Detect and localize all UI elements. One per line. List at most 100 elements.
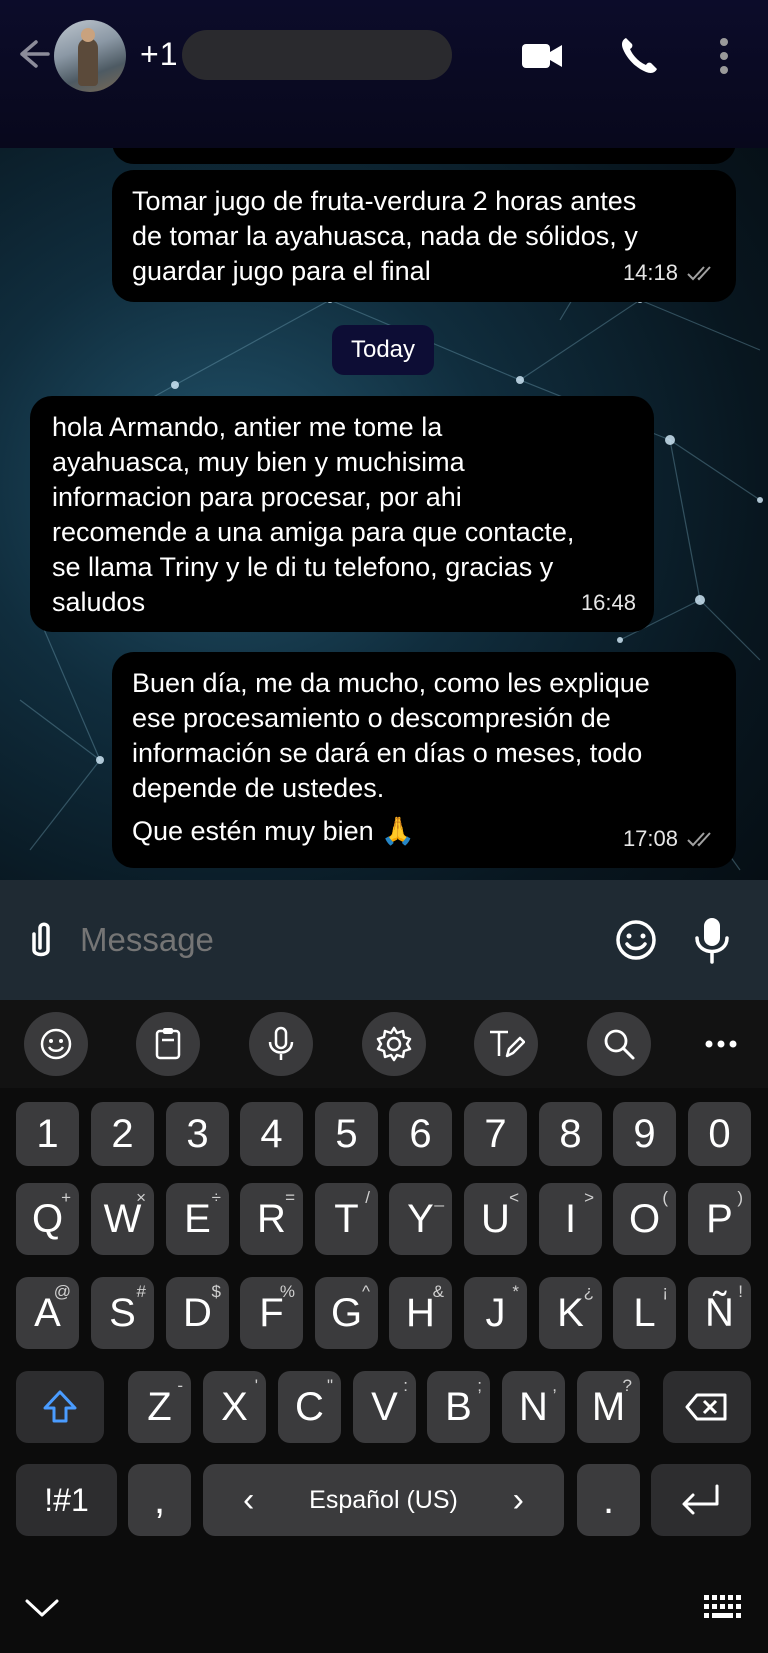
backspace-key[interactable] (663, 1371, 751, 1443)
keyboard-switch-icon[interactable] (702, 1593, 746, 1623)
key-label: S (109, 1290, 136, 1335)
key-sub: ; (477, 1376, 482, 1395)
key-label: O (628, 1196, 661, 1241)
microphone-icon[interactable] (692, 916, 732, 964)
more-vert-icon[interactable] (702, 34, 746, 78)
key-label: N (519, 1384, 548, 1429)
key-e[interactable]: E ÷ (166, 1183, 229, 1255)
voice-input-icon[interactable] (249, 1012, 313, 1076)
enter-key[interactable] (651, 1464, 751, 1536)
keyboard-toolbar (0, 1000, 768, 1088)
gear-icon[interactable] (362, 1012, 426, 1076)
language-next: › (512, 1480, 524, 1519)
key-label: Q (31, 1196, 64, 1241)
key-5[interactable]: 5 (315, 1102, 378, 1166)
message-time: 17:08 (622, 826, 678, 851)
key-3[interactable]: 3 (166, 1102, 229, 1166)
message-incoming[interactable]: hola Armando, antier me tome la ayahuasc… (30, 396, 654, 632)
key-2[interactable]: 2 (91, 1102, 154, 1166)
more-horiz-icon[interactable] (696, 1024, 746, 1064)
key-label: H (406, 1290, 435, 1335)
key-sub: , (552, 1376, 557, 1395)
key-sub: ¿ (583, 1282, 594, 1301)
key-7[interactable]: 7 (464, 1102, 527, 1166)
key-8[interactable]: 8 (539, 1102, 602, 1166)
key-m[interactable]: M? (577, 1371, 640, 1443)
key-1[interactable]: 1 (16, 1102, 79, 1166)
backspace-icon (685, 1393, 727, 1421)
key-b[interactable]: B; (427, 1371, 490, 1443)
phone-icon[interactable] (617, 34, 661, 78)
key-sub: = (285, 1188, 295, 1207)
key-k[interactable]: K ¿ (539, 1277, 602, 1349)
key-0[interactable]: 0 (688, 1102, 751, 1166)
key-label: X (221, 1384, 248, 1429)
comma-key[interactable]: , (128, 1464, 191, 1536)
message-time: 14:18 (622, 260, 678, 285)
message-outgoing[interactable]: Tomar jugo de fruta-verdura 2 horas ante… (112, 170, 736, 302)
key-h[interactable]: H & (389, 1277, 452, 1349)
key-label: G (330, 1290, 363, 1335)
text-edit-icon[interactable] (474, 1012, 538, 1076)
key-r[interactable]: R = (240, 1183, 303, 1255)
key-q[interactable]: Q + (16, 1183, 79, 1255)
key-enye[interactable]: Ñ! (688, 1277, 751, 1349)
key-9[interactable]: 9 (613, 1102, 676, 1166)
key-s[interactable]: S # (91, 1277, 154, 1349)
clipboard-icon[interactable] (136, 1012, 200, 1076)
key-v[interactable]: V: (353, 1371, 416, 1443)
key-n[interactable]: N, (502, 1371, 565, 1443)
key-sub: ¡ (662, 1282, 668, 1301)
key-label: E (184, 1196, 211, 1241)
key-d[interactable]: D $ (166, 1277, 229, 1349)
key-j[interactable]: J * (464, 1277, 527, 1349)
emoji-icon[interactable] (24, 1012, 88, 1076)
contact-name[interactable]: +1 (140, 36, 178, 73)
symbols-key[interactable]: !#1 (16, 1464, 117, 1536)
space-bar[interactable]: ‹ Español (US) › (203, 1464, 564, 1536)
key-label: V (371, 1384, 398, 1429)
message-text: Buen día, me da mucho, como les explique… (132, 668, 650, 803)
key-label: U (481, 1196, 510, 1241)
shift-key[interactable] (16, 1371, 104, 1443)
space-language-label: Español (US) (309, 1485, 458, 1514)
key-p[interactable]: P) (688, 1183, 751, 1255)
key-z[interactable]: Z- (128, 1371, 191, 1443)
message-meta: 16:48 (581, 585, 636, 620)
key-f[interactable]: F% (240, 1277, 303, 1349)
key-i[interactable]: I > (539, 1183, 602, 1255)
message-input[interactable] (80, 910, 600, 970)
emoji-icon[interactable] (614, 918, 658, 962)
avatar[interactable] (54, 20, 126, 92)
key-o[interactable]: O( (613, 1183, 676, 1255)
chat-header: +1 (0, 0, 768, 148)
key-4[interactable]: 4 (240, 1102, 303, 1166)
key-sub: ^ (362, 1282, 370, 1301)
key-sub: ' (254, 1376, 258, 1395)
message-outgoing[interactable]: Buen día, me da mucho, como les explique… (112, 652, 736, 868)
search-icon[interactable] (587, 1012, 651, 1076)
period-key[interactable]: . (577, 1464, 640, 1536)
key-a[interactable]: A @ (16, 1277, 79, 1349)
video-call-icon[interactable] (520, 34, 564, 78)
message-meta: 14:18 (623, 255, 718, 290)
key-sub: * (512, 1282, 519, 1301)
key-label: Z (147, 1384, 172, 1429)
key-6[interactable]: 6 (389, 1102, 452, 1166)
key-u[interactable]: U < (464, 1183, 527, 1255)
key-label: Ñ (705, 1290, 734, 1335)
back-arrow-icon[interactable] (12, 34, 52, 74)
key-t[interactable]: T / (315, 1183, 378, 1255)
chevron-down-icon[interactable] (24, 1597, 60, 1619)
key-y[interactable]: Y _ (389, 1183, 452, 1255)
key-sub: × (136, 1188, 146, 1207)
enter-icon (682, 1484, 719, 1515)
key-sub: % (279, 1282, 295, 1301)
key-c[interactable]: C " (278, 1371, 341, 1443)
key-x[interactable]: X ' (203, 1371, 266, 1443)
key-w[interactable]: W × (91, 1183, 154, 1255)
key-g[interactable]: G ^ (315, 1277, 378, 1349)
keyboard-nav-bar (0, 1551, 768, 1653)
attach-icon[interactable] (24, 920, 58, 960)
key-l[interactable]: L ¡ (613, 1277, 676, 1349)
